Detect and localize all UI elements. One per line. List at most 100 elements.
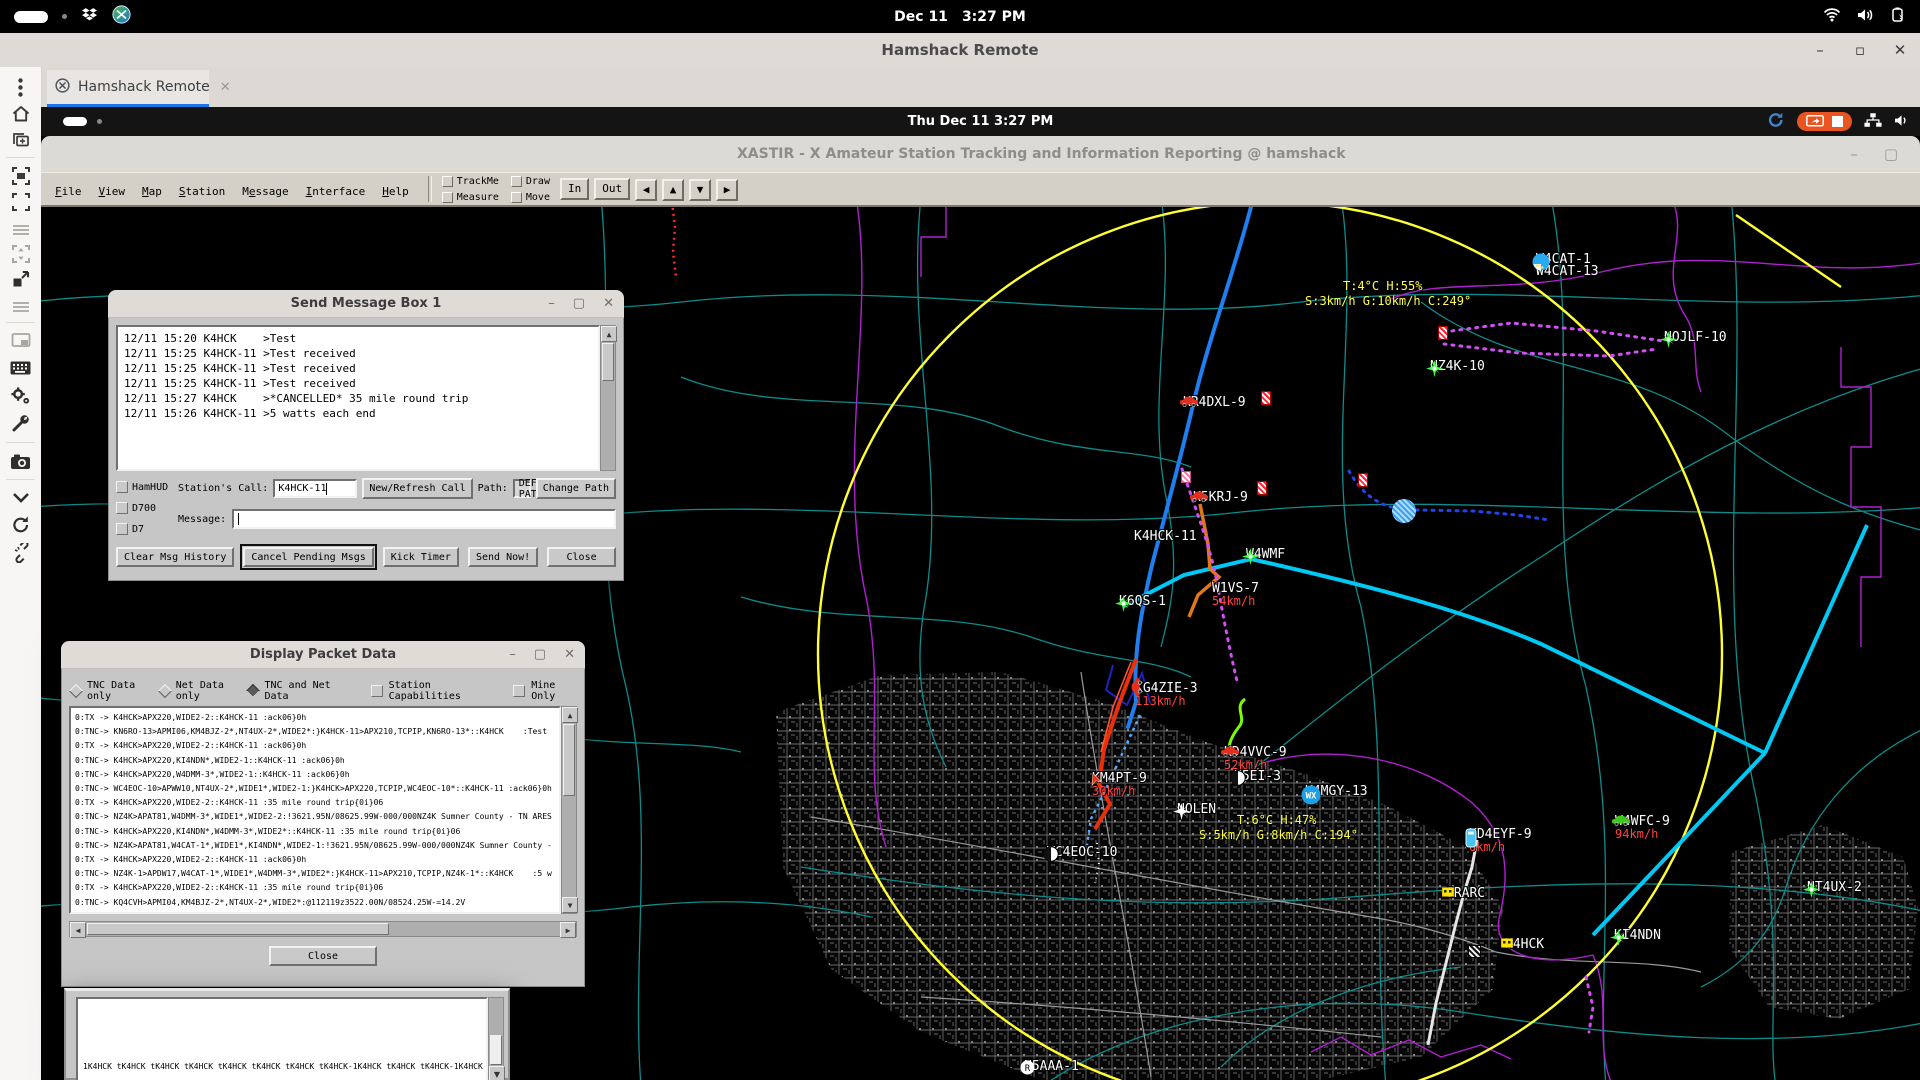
dialog-close-button[interactable]: ✕ <box>603 296 614 311</box>
map-station-n5aaa-1[interactable]: RN5AAA-1 <box>1020 1060 1079 1073</box>
zoom-in-button[interactable]: In <box>560 178 589 200</box>
reload-icon[interactable] <box>10 514 31 535</box>
xastir-titlebar[interactable]: XASTIR - X Amateur Station Tracking and … <box>41 136 1920 173</box>
map-station-w4cat-1[interactable]: W4CAT-1W4CAT-13 <box>1532 253 1599 278</box>
stop-sharing-icon[interactable] <box>1832 116 1843 127</box>
pan-left-button[interactable]: ◀ <box>635 179 657 201</box>
volume-icon[interactable] <box>1857 7 1874 26</box>
change-path-button[interactable]: Change Path <box>536 478 616 499</box>
chevron-down-icon[interactable] <box>10 487 31 508</box>
map-station-km4pt-9[interactable]: KM4PT-930km/h <box>1088 772 1147 797</box>
clear-msg-history-button[interactable]: Clear Msg History <box>116 547 234 567</box>
radio-tnc-and-net-data[interactable]: TNC and Net Data <box>248 680 344 702</box>
menu-message[interactable]: Message <box>242 185 288 198</box>
map-station-nt4ux-2[interactable]: NT4UX-2 <box>1803 881 1862 894</box>
menu-view[interactable]: View <box>99 185 126 198</box>
toggle-move[interactable]: Move <box>511 190 550 204</box>
keyboard-icon[interactable] <box>10 357 31 378</box>
packet-close-button[interactable]: Close <box>269 946 377 966</box>
map-station-nolen[interactable]: NOLEN <box>1173 803 1216 816</box>
packet-text-area[interactable]: 0:TX -> K4HCK>APX220,WIDE2-2::K4HCK-11 :… <box>69 706 561 914</box>
map-station-kg4zie-3[interactable]: KG4ZIE-3113km/h <box>1131 682 1198 707</box>
map-station-w4wfc-9[interactable]: W4WFC-994km/h <box>1611 815 1670 840</box>
menu-help[interactable]: Help <box>382 185 409 198</box>
reconnect-icon[interactable] <box>1767 111 1785 133</box>
settings-gears-icon[interactable] <box>10 385 31 406</box>
toggle-draw[interactable]: Draw <box>511 174 550 188</box>
history-vertical-scrollbar[interactable]: ▲ <box>600 325 616 471</box>
checkbox-d7[interactable]: D7 <box>116 523 178 535</box>
path-input[interactable]: DEFAULT PATH <box>513 479 531 498</box>
map-station-srarc[interactable]: SRARC <box>1442 887 1485 900</box>
tab-hamshack-remote[interactable]: Hamshack Remote ✕ <box>47 70 209 107</box>
menu-station[interactable]: Station <box>179 185 225 198</box>
xastir-minimize-button[interactable]: – <box>1850 145 1858 163</box>
home-icon[interactable] <box>10 103 31 124</box>
bottom-text-area[interactable]: 1K4HCK tK4HCK tK4HCK tK4HCK tK4HCK tK4HC… <box>76 997 488 1080</box>
dialog-minimize-button[interactable]: – <box>509 647 516 662</box>
packet-titlebar[interactable]: Display Packet Data – ▢ ✕ <box>61 641 585 669</box>
map-station-ki4ndn[interactable]: KI4NDN <box>1610 929 1661 942</box>
menu-file[interactable]: File <box>55 185 82 198</box>
map-station-k4mgy-13[interactable]: WXK4MGY-13 <box>1301 785 1368 798</box>
window-maximize-button[interactable]: ▫ <box>1852 41 1868 59</box>
pan-down-button[interactable]: ▼ <box>689 179 711 201</box>
map-station-k6qs-1[interactable]: K6QS-1 <box>1115 595 1166 608</box>
map-station-k5krj-9[interactable]: K5KRJ-9 <box>1189 491 1248 504</box>
remote-clock[interactable]: Thu Dec 11 3:27 PM <box>41 107 1920 136</box>
resize-window-icon[interactable] <box>10 268 31 289</box>
map-station-kr4dxl-9[interactable]: KR4DXL-9 <box>1179 396 1246 409</box>
checkbox-mine-only[interactable]: Mine Only <box>513 680 575 702</box>
send-now--button[interactable]: Send Now! <box>468 547 538 567</box>
xastir-maximize-button[interactable]: ▢ <box>1884 145 1898 163</box>
send-message-titlebar[interactable]: Send Message Box 1 – ▢ ✕ <box>108 290 624 318</box>
toggle-measure[interactable]: Measure <box>442 190 499 204</box>
checkbox-d700[interactable]: D700 <box>116 502 178 514</box>
network-tree-icon[interactable] <box>1864 112 1882 132</box>
window-close-button[interactable]: ✕ <box>1892 41 1908 59</box>
menu-map[interactable]: Map <box>142 185 162 198</box>
disconnect-link-icon[interactable] <box>10 542 31 563</box>
map-station-nz4k-10[interactable]: NZ4K-10 <box>1426 360 1485 373</box>
dialog-maximize-button[interactable]: ▢ <box>534 647 546 662</box>
wrench-icon[interactable] <box>10 412 31 433</box>
pan-right-button[interactable]: ▶ <box>716 179 738 201</box>
remote-volume-icon[interactable] <box>1894 112 1910 131</box>
new-window-icon[interactable] <box>10 129 31 150</box>
message-history-area[interactable]: 12/11 15:20 K4HCK >Test 12/11 15:25 K4HC… <box>116 325 600 471</box>
menu-interface[interactable]: Interface <box>306 185 366 198</box>
kick-timer-button[interactable]: Kick Timer <box>383 547 459 567</box>
toggle-trackme[interactable]: TrackMe <box>442 174 499 188</box>
radio-net-data-only[interactable]: Net Data only <box>160 680 241 702</box>
dialog-minimize-button[interactable]: – <box>548 296 555 311</box>
map-station-k4hck-11[interactable]: K4HCK-11 <box>1130 530 1197 543</box>
battery-icon[interactable] <box>1890 7 1906 27</box>
kebab-menu-icon[interactable] <box>10 77 31 98</box>
zoom-out-button[interactable]: Out <box>594 178 630 200</box>
map-station-nojlf-10[interactable]: NOJLF-10 <box>1660 331 1727 344</box>
map-station-n5ei-3[interactable]: N5EI-3 <box>1230 770 1281 783</box>
packet-horizontal-scrollbar[interactable]: ◀ ▶ <box>69 921 577 937</box>
checkbox-station-capabilities[interactable]: Station Capabilities <box>371 680 490 702</box>
radio-tnc-data-only[interactable]: TNC Data only <box>71 680 152 702</box>
window-minimize-button[interactable]: – <box>1812 41 1828 59</box>
map-station-kd4vvc-9[interactable]: KD4VVC-952km/h <box>1220 746 1287 771</box>
map-station-k4hck[interactable]: K4HCK <box>1501 938 1544 951</box>
message-input[interactable] <box>232 509 616 529</box>
tab-close-icon[interactable]: ✕ <box>220 80 231 95</box>
packet-vertical-scrollbar[interactable]: ▲ ▼ <box>561 706 577 914</box>
pan-up-button[interactable]: ▲ <box>662 179 684 201</box>
map-station-w1vs-7[interactable]: W1VS-754km/h <box>1208 582 1259 607</box>
bottom-vertical-scrollbar[interactable]: ▼ <box>488 997 504 1080</box>
system-clock[interactable]: Dec 11 3:27 PM <box>0 0 1920 33</box>
wifi-icon[interactable] <box>1823 7 1841 26</box>
focus-screen-icon[interactable] <box>10 165 31 186</box>
station-call-input[interactable]: K4HCK-11 <box>273 479 357 498</box>
screen-share-stop-badge[interactable] <box>1797 112 1852 131</box>
map-station-wc4eoc-10[interactable]: WC4EOC-10 <box>1043 846 1117 859</box>
screenshot-camera-icon[interactable] <box>10 451 31 472</box>
fullscreen-icon[interactable] <box>10 191 31 212</box>
dialog-close-button[interactable]: ✕ <box>564 647 575 662</box>
new-refresh-call-button[interactable]: New/Refresh Call <box>362 478 472 499</box>
cancel-pending-msgs-button[interactable]: Cancel Pending Msgs <box>243 547 373 567</box>
